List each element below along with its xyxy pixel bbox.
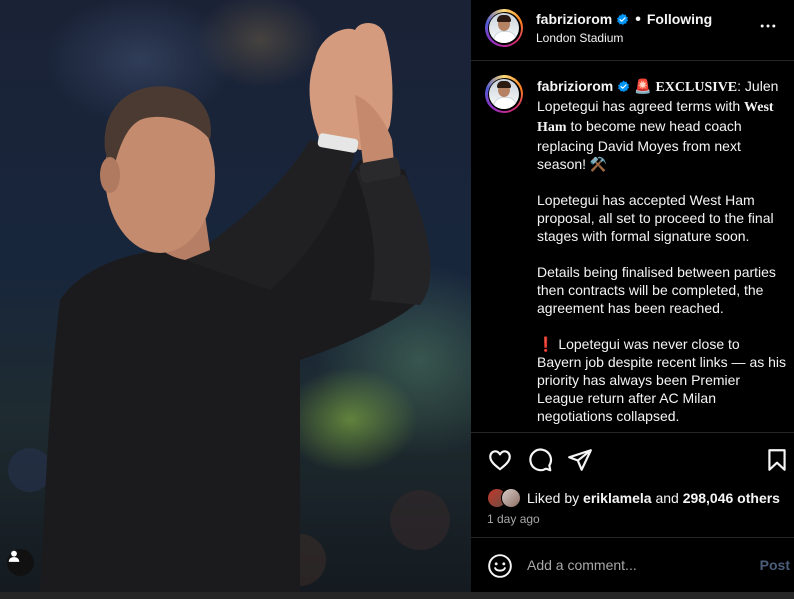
caption-text: fabriziorom 🚨 EXCLUSIVE: Julen Lopetegui… [537,77,787,431]
likes-count[interactable]: 298,046 others [683,490,780,506]
header-separator: • [635,11,641,28]
post-photo[interactable] [0,0,471,592]
post-header: fabriziorom • Following London Stadium [471,0,794,61]
caption-username[interactable]: fabriziorom [537,78,613,94]
caption-exclusive: EXCLUSIVE [655,80,738,95]
heart-icon [489,450,511,471]
likes-summary: Liked by eriklamela and 298,046 others [487,487,780,509]
post-comment-button[interactable]: Post [760,557,790,573]
caption-author-avatar[interactable] [485,75,523,113]
caption-scroll-area[interactable]: fabriziorom 🚨 EXCLUSIVE: Julen Lopetegui… [471,61,794,431]
comment-icon [529,448,553,472]
share-button[interactable] [567,447,593,473]
comment-bar: Post [471,537,794,593]
post-side-panel: fabriziorom • Following London Stadium fab… [471,0,794,592]
user-tag-button[interactable] [7,549,34,576]
following-button[interactable]: Following [647,11,712,27]
caption-p1-part2: to become new head coach replacing David… [537,118,742,172]
more-options-icon [760,24,776,28]
liker-username[interactable]: eriklamela [583,490,652,506]
emoji-button[interactable] [487,553,513,579]
exclamation-emoji: ❗️ [537,336,555,352]
header-user-line: fabriziorom • Following [536,11,712,29]
caption-paragraph-3: Details being finalised between parties … [537,264,776,316]
save-button[interactable] [764,447,790,473]
caption-paragraph-2: Lopetegui has accepted West Ham proposal… [537,192,774,244]
caption-paragraph-4: Lopetegui was never close to Bayern job … [537,336,787,424]
verified-badge-icon [617,13,629,26]
likes-conjunction: and [655,490,679,506]
likes-prefix: Liked by [527,490,580,506]
emoji-icon [488,554,512,578]
like-button[interactable] [487,447,513,473]
bottom-strip [0,592,794,599]
likes-text: Liked by eriklamela and 298,046 others [527,490,780,506]
post-actions: Liked by eriklamela and 298,046 others 1… [471,432,794,538]
post-timestamp[interactable]: 1 day ago [487,512,540,526]
user-tag-icon [8,550,20,562]
liker-avatars[interactable] [487,488,521,508]
header-username[interactable]: fabriziorom [536,11,612,27]
comment-input[interactable] [527,554,727,576]
author-avatar[interactable] [485,9,523,47]
liker-avatar [501,488,521,508]
verified-badge-icon [618,80,630,93]
siren-emoji: 🚨 [634,78,652,94]
share-icon [568,449,592,471]
more-options-button[interactable] [756,14,780,38]
location-link[interactable]: London Stadium [536,31,623,45]
photo-illustration [8,23,450,592]
comment-button[interactable] [527,447,553,473]
bookmark-icon [768,449,786,471]
